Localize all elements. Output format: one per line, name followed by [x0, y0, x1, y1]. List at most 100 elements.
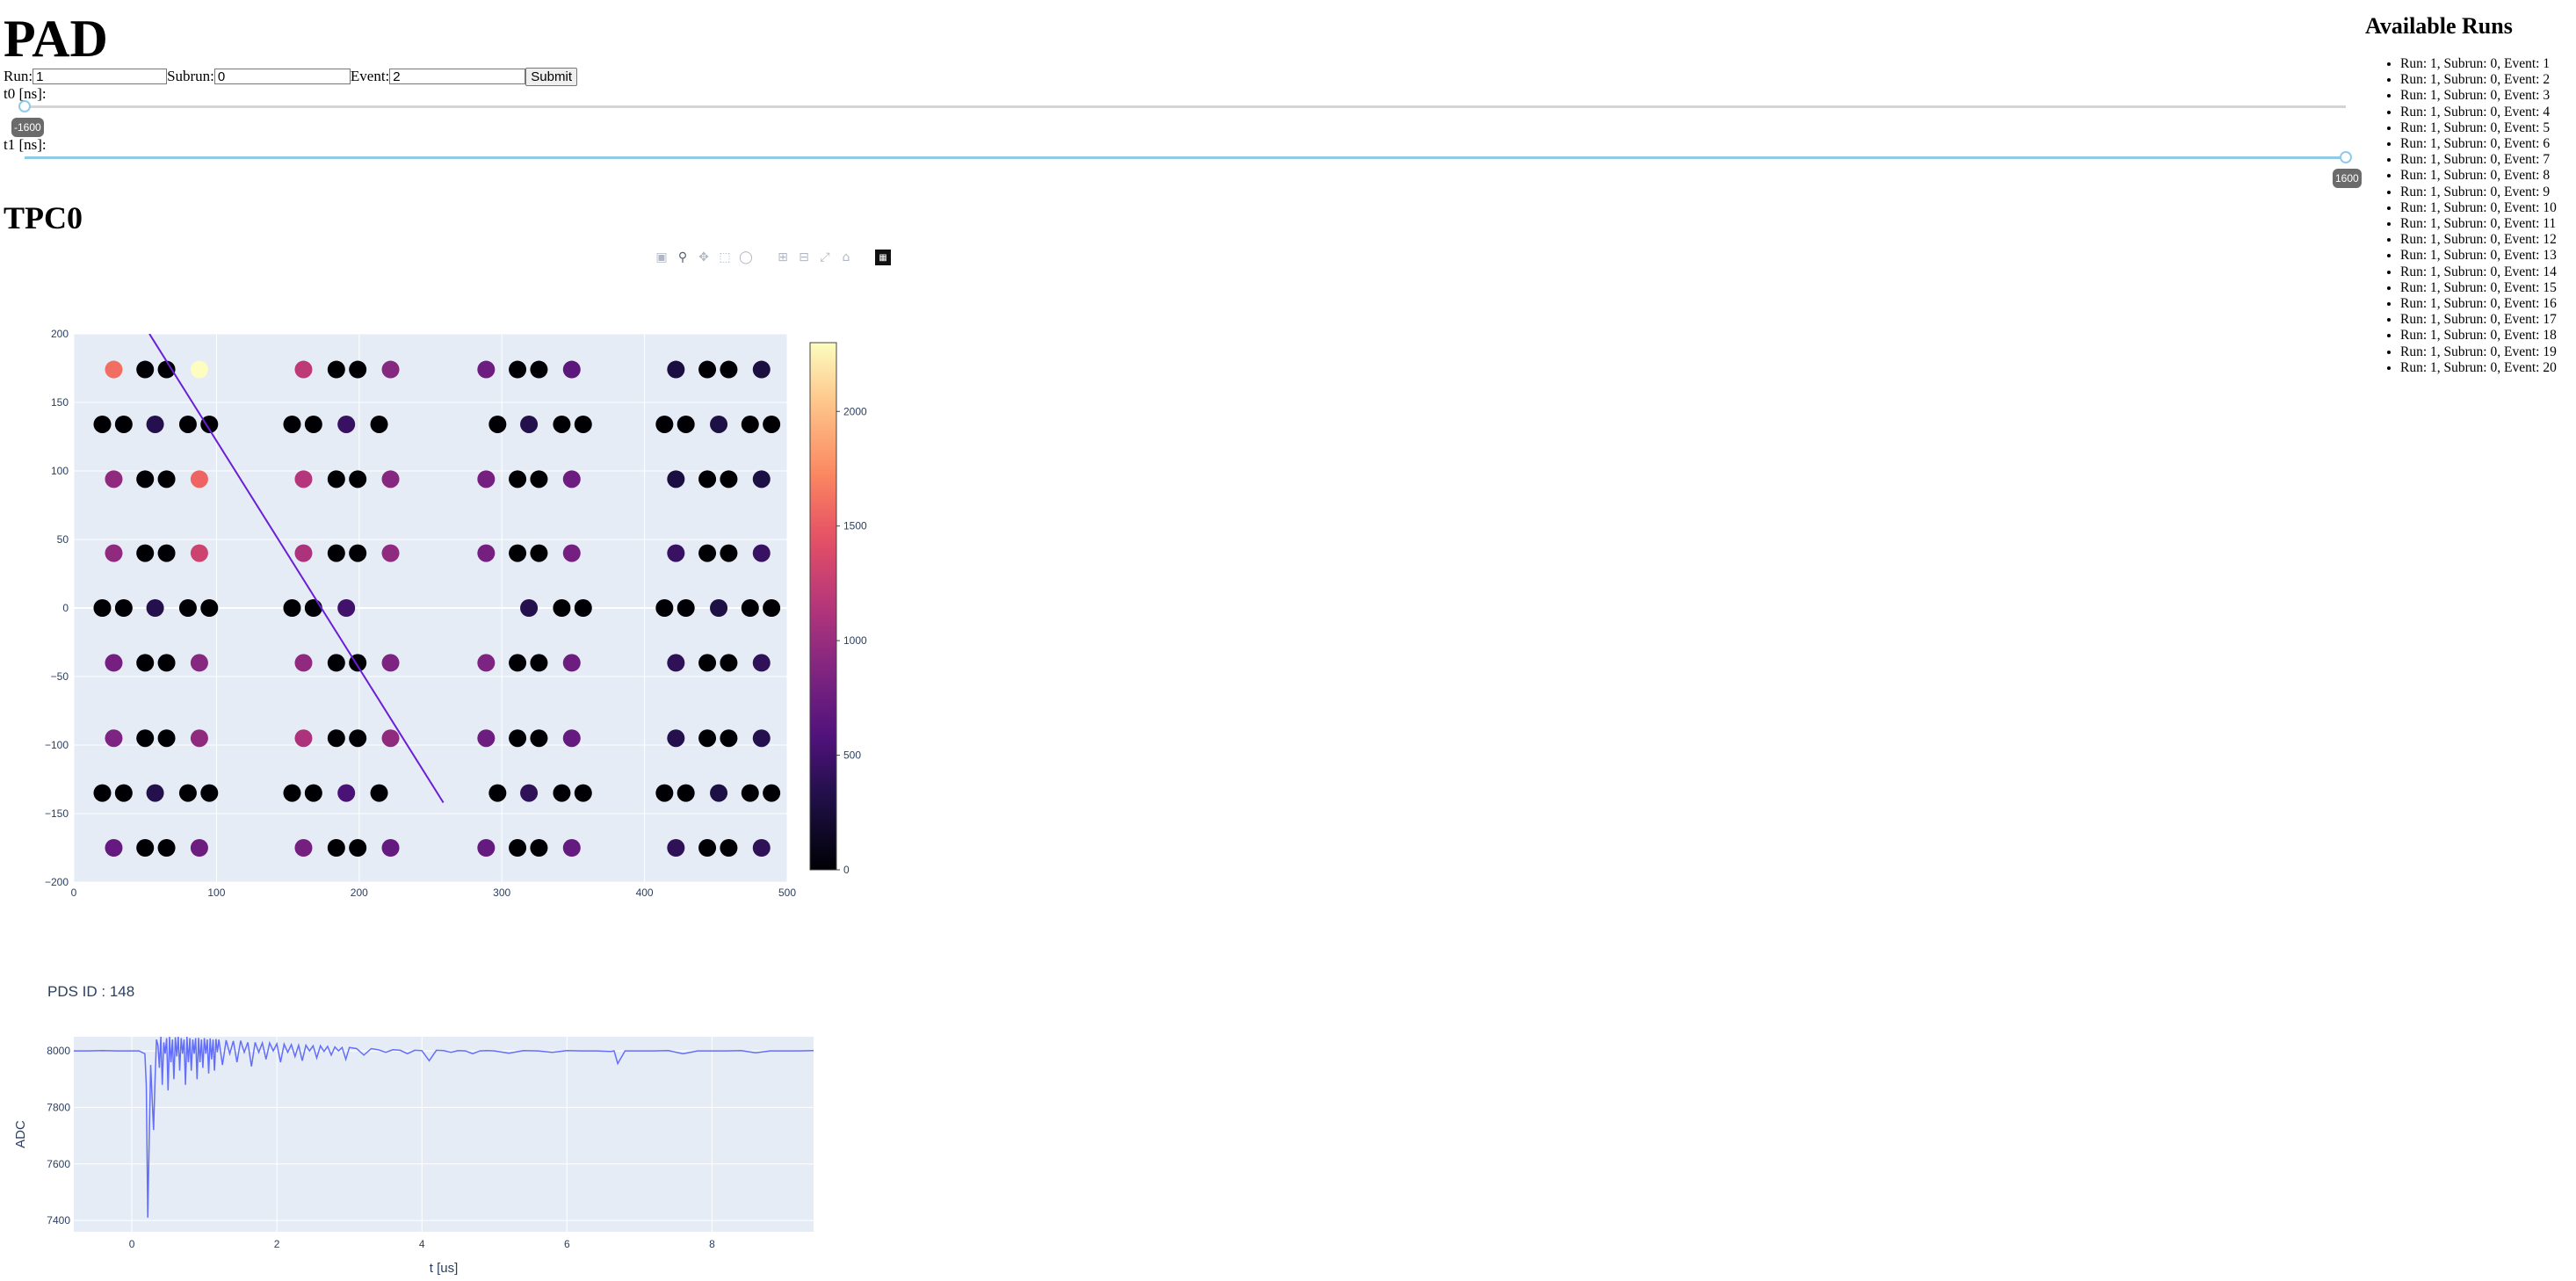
y-tick-label: −200 [45, 876, 69, 888]
event-input[interactable] [389, 69, 526, 84]
scatter-point [509, 360, 527, 379]
pad-scatter-plot[interactable]: 0 100 200 300 400 500 −200 −150 −100 −50 0 50 100 150… [0, 290, 914, 905]
scatter-point [157, 544, 176, 562]
scatter-point [553, 599, 571, 617]
scatter-point [698, 839, 717, 857]
scatter-point [477, 470, 496, 489]
t1-slider-fill [25, 156, 2346, 159]
scatter-point [698, 729, 717, 748]
subrun-input[interactable] [213, 69, 351, 84]
scatter-point [655, 599, 674, 617]
scatter-point [752, 544, 771, 562]
scatter-point [509, 654, 527, 672]
y-tick-label: 0 [62, 602, 69, 614]
scatter-point [200, 599, 219, 617]
scatter-point [509, 470, 527, 489]
run-list-item: Run: 1, Subrun: 0, Event: 14 [2400, 264, 2557, 280]
scatter-point [710, 415, 728, 433]
run-list-item: Run: 1, Subrun: 0, Event: 20 [2400, 360, 2557, 376]
scatter-point [200, 784, 219, 802]
x-tick-label: 4 [419, 1238, 425, 1250]
colorbar [809, 342, 837, 871]
t0-slider-track[interactable] [25, 105, 2346, 108]
zoom-icon[interactable]: ⚲ [675, 250, 691, 265]
scatter-point [520, 599, 539, 617]
plot-modebar: ▣ ⚲ ✥ ⬚ ◯ ⊞ ⊟ ⤢ ⌂ ▦ [654, 248, 891, 267]
scatter-point [294, 360, 313, 379]
scatter-point [105, 729, 123, 748]
scatter-point [562, 839, 581, 857]
zoom-in-icon[interactable]: ⊞ [775, 250, 791, 265]
scatter-point [114, 784, 133, 802]
scatter-point [294, 654, 313, 672]
scatter-point [93, 599, 112, 617]
t1-slider-handle[interactable] [2340, 151, 2352, 163]
run-input[interactable] [33, 69, 168, 84]
box-select-icon[interactable]: ⬚ [717, 250, 733, 265]
run-list-item: Run: 1, Subrun: 0, Event: 11 [2400, 216, 2557, 232]
scatter-point [741, 784, 759, 802]
scatter-point [720, 729, 738, 748]
run-list-item: Run: 1, Subrun: 0, Event: 10 [2400, 200, 2557, 216]
scatter-point [105, 470, 123, 489]
scatter-point [667, 470, 685, 489]
scatter-point [562, 654, 581, 672]
y-axis-label: ADC [13, 1120, 28, 1148]
scatter-point [741, 415, 759, 433]
scatter-point [574, 784, 592, 802]
scatter-point [667, 729, 685, 748]
scatter-point [530, 839, 548, 857]
scatter-point [741, 599, 759, 617]
scatter-point [553, 415, 571, 433]
scatter-point [710, 599, 728, 617]
scatter-point [93, 784, 112, 802]
scatter-point [381, 470, 400, 489]
scatter-point [763, 415, 781, 433]
scatter-point [655, 784, 674, 802]
plotly-logo-icon[interactable]: ▦ [875, 250, 891, 265]
scatter-point [655, 415, 674, 433]
scatter-point [93, 415, 112, 433]
scatter-point [381, 654, 400, 672]
waveform-plot[interactable]: PDS ID : 148 0 2 4 6 8 7400 7600 7800 8000 t [us] A… [0, 966, 914, 1281]
pan-icon[interactable]: ✥ [696, 250, 712, 265]
scatter-point [105, 654, 123, 672]
scatter-point [349, 360, 367, 379]
reset-axes-icon[interactable]: ⌂ [838, 250, 854, 265]
lasso-select-icon[interactable]: ◯ [738, 250, 754, 265]
event-label: Event: [350, 68, 390, 84]
colorbar-tick-label: 0 [843, 864, 850, 876]
run-list-item: Run: 1, Subrun: 0, Event: 6 [2400, 136, 2557, 152]
run-list-item: Run: 1, Subrun: 0, Event: 4 [2400, 105, 2557, 120]
scatter-point [178, 784, 197, 802]
scatter-point [190, 654, 208, 672]
scatter-point [337, 415, 356, 433]
camera-icon[interactable]: ▣ [654, 250, 669, 265]
y-tick-label: 200 [51, 328, 69, 340]
scatter-point [178, 599, 197, 617]
scatter-point [283, 599, 301, 617]
scatter-point [349, 839, 367, 857]
scatter-point [553, 784, 571, 802]
scatter-point [105, 360, 123, 379]
t1-slider-track[interactable] [25, 156, 2346, 159]
t0-slider-handle[interactable] [18, 100, 31, 112]
submit-button[interactable]: Submit [525, 67, 577, 86]
y-tick-label: 7600 [47, 1158, 70, 1170]
run-list-item: Run: 1, Subrun: 0, Event: 17 [2400, 312, 2557, 328]
scatter-point [720, 839, 738, 857]
run-list-item: Run: 1, Subrun: 0, Event: 7 [2400, 152, 2557, 168]
y-tick-label: 8000 [47, 1045, 70, 1057]
scatter-point [157, 470, 176, 489]
scatter-point [114, 415, 133, 433]
zoom-out-icon[interactable]: ⊟ [796, 250, 812, 265]
scatter-point [720, 470, 738, 489]
scatter-point [520, 784, 539, 802]
run-list-item: Run: 1, Subrun: 0, Event: 5 [2400, 120, 2557, 136]
x-tick-label: 0 [129, 1238, 135, 1250]
scatter-point [477, 360, 496, 379]
scatter-point [477, 839, 496, 857]
autoscale-icon[interactable]: ⤢ [817, 250, 833, 265]
scatter-point [304, 599, 322, 617]
scatter-point [752, 654, 771, 672]
